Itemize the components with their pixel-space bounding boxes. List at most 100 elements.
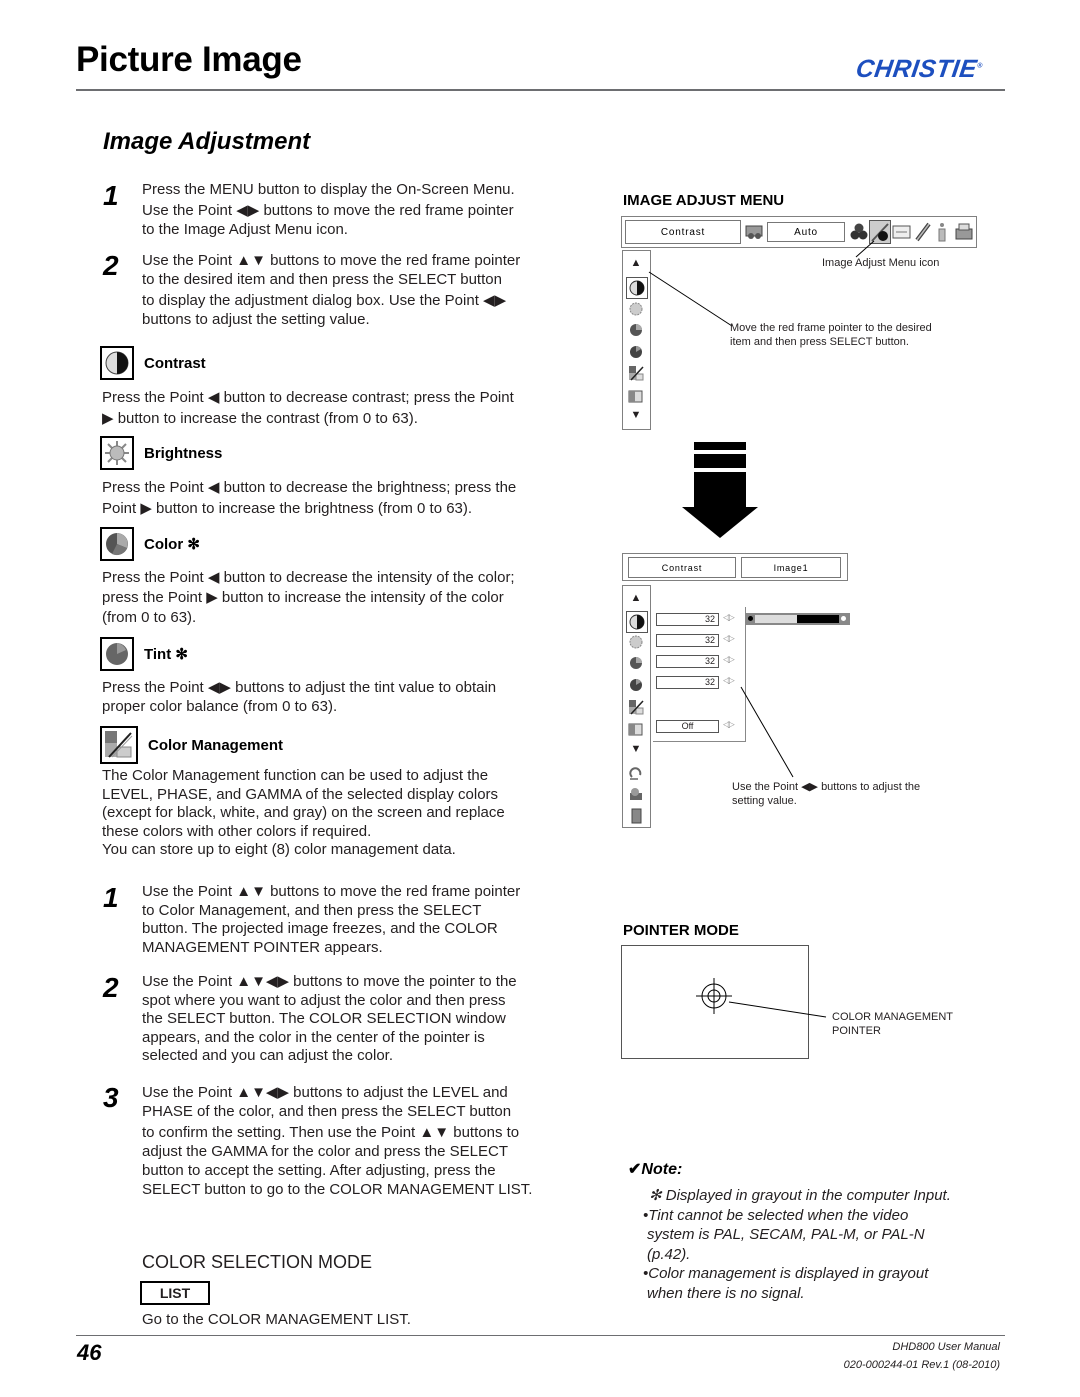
color-management-menu-item[interactable] [628, 365, 644, 381]
note-line: (p.42). [647, 1245, 691, 1263]
slider-max-icon [841, 616, 846, 621]
logo-text: CHRISTIE [854, 55, 979, 83]
color-menu-item[interactable] [628, 322, 644, 338]
text-line: spot where you want to adjust the color … [142, 991, 506, 1009]
color-value: 32 [656, 655, 719, 668]
reset-icon[interactable] [628, 765, 644, 781]
contrast-value: 32 [656, 613, 719, 626]
step-number: 2 [103, 972, 119, 1003]
scroll-down-icon[interactable]: ▼ [628, 409, 644, 425]
caption-line: POINTER [832, 1025, 881, 1037]
adjust-arrows-icon[interactable]: ◁▷ [723, 654, 735, 665]
note-label: Note: [641, 1161, 683, 1178]
text-line: to the Image Adjust Menu icon. [142, 221, 348, 238]
color-icon [100, 527, 134, 561]
color-menu-item[interactable] [628, 655, 644, 671]
pointer-callout-line [648, 271, 733, 327]
tint-menu-item[interactable] [628, 344, 644, 360]
document-id: 020-000244-01 Rev.1 (08-2010) [843, 1359, 1000, 1371]
checkmark-icon: ✔ [628, 1161, 642, 1178]
text-line: PHASE of the color, and then press the S… [142, 1103, 512, 1120]
scroll-up-icon[interactable]: ▲ [628, 257, 644, 273]
contrast-icon [100, 346, 134, 380]
input-icon [745, 223, 765, 246]
step-number: 1 [103, 180, 119, 211]
contrast-menu-item[interactable] [626, 611, 648, 633]
auto-picture-menu-item[interactable] [628, 721, 644, 737]
screen-icon[interactable] [892, 223, 912, 246]
scroll-up-icon[interactable]: ▲ [628, 592, 644, 608]
page-title: Picture Image [76, 40, 302, 79]
caption-line: Use the Point ◀▶ buttons to adjust the [732, 781, 921, 793]
text-line: button. The projected image freezes, and… [142, 920, 498, 937]
text-line: You can store up to eight (8) color mana… [102, 841, 456, 858]
tint-item-header: Tint ✻ [100, 637, 188, 671]
adjust-arrows-icon[interactable]: ◁▷ [723, 612, 735, 623]
setting-icon[interactable] [914, 222, 932, 247]
cm-step-1: Use the Point ▲▼ buttons to move the red… [142, 883, 562, 957]
contrast-slider[interactable] [746, 613, 850, 625]
header-divider [76, 89, 1005, 91]
text-line: Use the Point ◀▶ buttons to move the red… [142, 202, 514, 219]
item-label: Brightness [144, 444, 223, 462]
tint-menu-item[interactable] [628, 677, 644, 693]
adjust-arrows-icon[interactable]: ◁▷ [723, 675, 735, 686]
pointer-mode-heading: POINTER MODE [623, 922, 739, 939]
text-line: to Color Management, and then press the … [142, 901, 482, 919]
christie-logo: CHRISTIE® [854, 55, 984, 84]
text-line: press the Point ▶ button to increase the… [102, 589, 504, 606]
text-line: to the desired item and then press the S… [142, 271, 502, 288]
store-icon[interactable] [628, 786, 644, 802]
setting-callout-line [740, 686, 794, 778]
brightness-value: 32 [656, 634, 719, 647]
dialog-menubar: Contrast Image1 [622, 553, 848, 581]
footer-divider [76, 1335, 1005, 1336]
step-number: 3 [103, 1082, 119, 1113]
pointer-callout-line [728, 1001, 827, 1018]
note-line: •Color management is displayed in grayou… [643, 1265, 929, 1282]
registered-mark: ® [976, 62, 984, 70]
color-management-description: The Color Management function can be use… [102, 767, 562, 860]
item-label: Color ✻ [144, 536, 200, 553]
text-line: Use the Point ▲▼◀▶ buttons to move the p… [142, 973, 517, 990]
setting-caption: Use the Point ◀▶ buttons to adjust the s… [732, 780, 920, 808]
information-icon[interactable] [936, 222, 948, 247]
slider-fill [755, 615, 797, 623]
caption-line: item and then press SELECT button. [730, 336, 909, 348]
step-number: 1 [103, 882, 119, 913]
network-icon[interactable] [954, 222, 974, 247]
pointer-caption: Move the red frame pointer to the desire… [730, 321, 932, 349]
image-adjust-menu-heading: IMAGE ADJUST MENU [623, 192, 785, 209]
dialog-value-panel: 32 ◁▷ 32 ◁▷ 32 ◁▷ 32 ◁▷ Off ◁▷ [653, 607, 746, 742]
menubar-mode-box: Auto [767, 222, 845, 242]
adjust-arrows-icon[interactable]: ◁▷ [723, 719, 735, 730]
item-label: Color Management [148, 736, 284, 754]
osd-side-menu: ▲ ▼ [622, 250, 651, 430]
adjust-arrows-icon[interactable]: ◁▷ [723, 633, 735, 644]
brightness-item-header: Brightness [100, 436, 222, 470]
color-management-icon [100, 726, 138, 764]
color-management-menu-item[interactable] [628, 699, 644, 715]
quit-icon[interactable] [628, 808, 644, 824]
scroll-down-icon[interactable]: ▼ [628, 743, 644, 759]
step-number: 2 [103, 250, 119, 281]
color-selection-heading: COLOR SELECTION MODE [142, 1252, 373, 1272]
tint-description: Press the Point ◀▶ buttons to adjust the… [102, 678, 562, 716]
menubar-item-box: Contrast [625, 220, 741, 244]
color-item-header: Color ✻ [100, 527, 200, 561]
tint-value: 32 [656, 676, 719, 689]
auto-picture-menu-item[interactable] [628, 388, 644, 404]
text-line: Press the Point ◀▶ buttons to adjust the… [102, 679, 497, 696]
text-line: to confirm the setting. Then use the Poi… [142, 1124, 520, 1141]
list-button[interactable]: LIST [140, 1281, 210, 1305]
intro-step-1: Press the MENU button to display the On-… [142, 180, 562, 239]
color-description: Press the Point ◀ button to decrease the… [102, 568, 562, 628]
brightness-menu-item[interactable] [628, 634, 644, 650]
contrast-menu-item[interactable] [626, 277, 648, 299]
note-line: system is PAL, SECAM, PAL-M, or PAL-N [647, 1226, 925, 1243]
note-body: ✻ Displayed in grayout in the computer I… [643, 1186, 987, 1303]
slider-track [755, 615, 839, 623]
text-line: selected and you can adjust the color. [142, 1047, 394, 1064]
brightness-menu-item[interactable] [628, 301, 644, 317]
manual-title: DHD800 User Manual [892, 1341, 1000, 1353]
